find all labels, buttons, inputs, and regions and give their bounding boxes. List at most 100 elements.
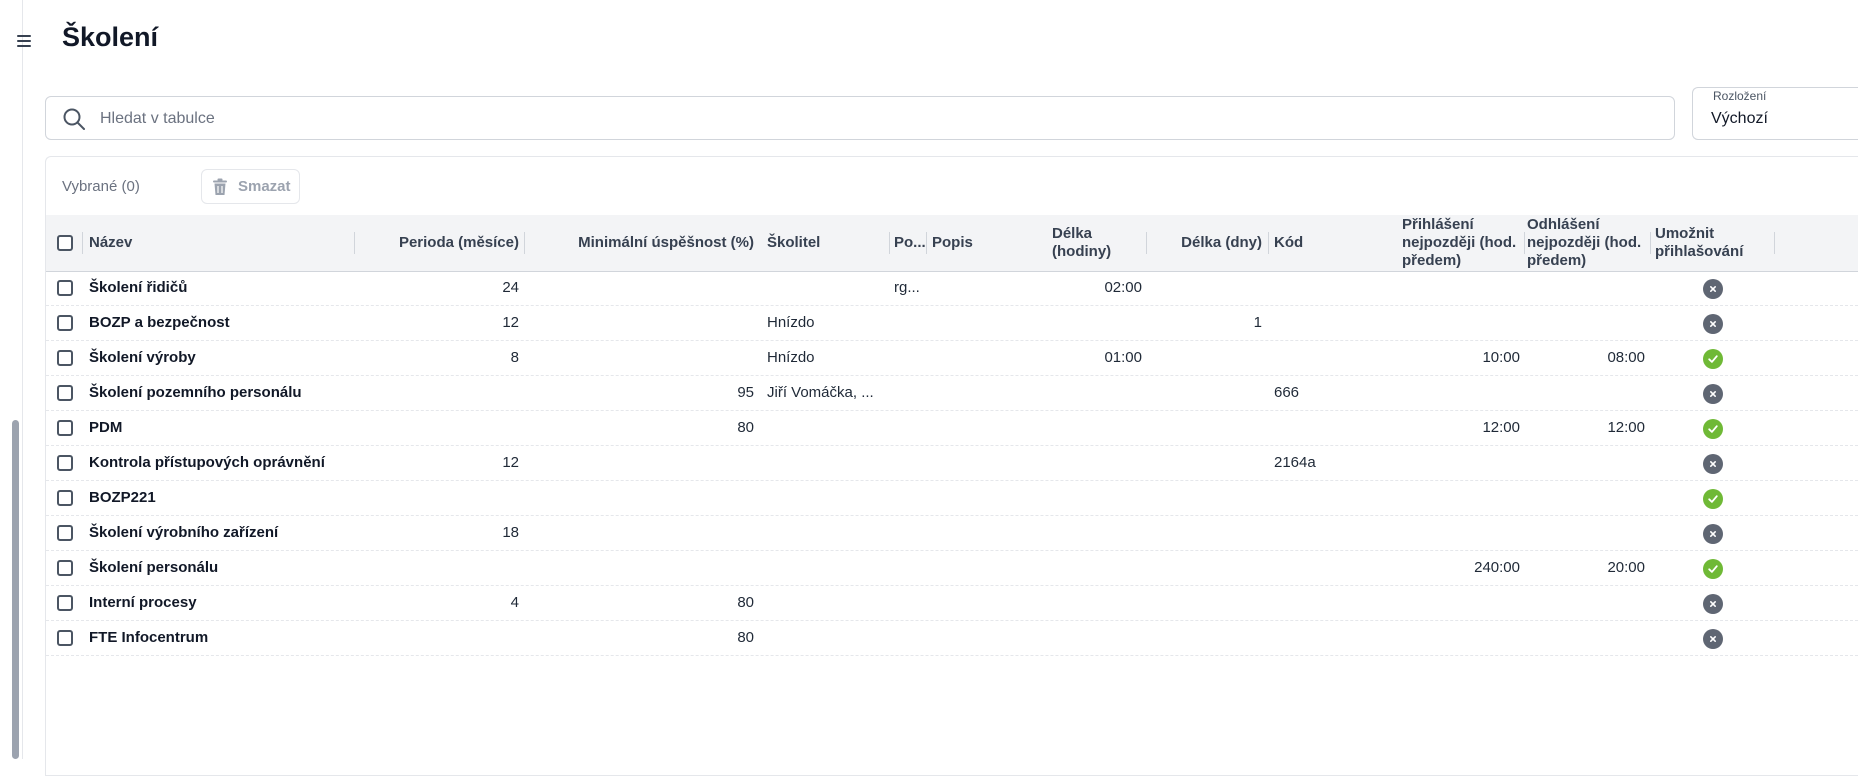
column-separator [1268, 232, 1269, 254]
cell-period [356, 481, 519, 515]
cell-hours [1052, 586, 1142, 620]
row-checkbox[interactable] [57, 490, 73, 506]
cell-name: Kontrola přístupových oprávnění [89, 454, 325, 471]
table-row[interactable]: Školení výroby 8 Hnízdo 01:00 10:00 08:00 [46, 341, 1858, 376]
cell-login-before [1402, 621, 1520, 655]
table-row[interactable]: Interní procesy 4 80 [46, 586, 1858, 621]
cell-description [932, 411, 1042, 445]
layout-select[interactable]: Rozložení Výchozí [1692, 87, 1858, 140]
cell-days [1156, 481, 1262, 515]
header-allow-login[interactable]: Umožnit přihlašování [1655, 215, 1755, 271]
header-name[interactable]: Název [89, 215, 389, 271]
cell-trainer [767, 446, 887, 480]
row-checkbox[interactable] [57, 630, 73, 646]
cell-trainer [767, 516, 887, 550]
cell-name: BOZP a bezpečnost [89, 314, 230, 331]
search-box[interactable] [45, 96, 1675, 141]
table-row[interactable]: BOZP a bezpečnost 12 Hnízdo 1 [46, 306, 1858, 341]
table-row[interactable]: PDM 80 12:00 12:00 [46, 411, 1858, 446]
header-period[interactable]: Perioda (měsíce) [356, 215, 519, 271]
hamburger-menu-icon[interactable] [12, 29, 36, 53]
table-row[interactable]: Školení řidičů 24 rg... 02:00 [46, 271, 1858, 306]
table-row[interactable]: Kontrola přístupových oprávnění 12 2164a [46, 446, 1858, 481]
scrollbar[interactable] [12, 420, 19, 759]
cell-description [932, 551, 1042, 585]
row-checkbox[interactable] [57, 350, 73, 366]
column-separator [889, 232, 890, 254]
header-code[interactable]: Kód [1274, 215, 1374, 271]
cell-days [1156, 341, 1262, 375]
cell-code [1274, 551, 1374, 585]
close-icon [1703, 454, 1723, 474]
cell-login-before: 240:00 [1474, 559, 1520, 576]
header-trainer[interactable]: Školitel [767, 215, 887, 271]
cell-logout-before [1527, 271, 1645, 305]
header-description[interactable]: Popis [932, 215, 1042, 271]
close-icon [1703, 524, 1723, 544]
delete-button[interactable]: Smazat [201, 169, 300, 204]
layout-value: Výchozí [1711, 110, 1768, 127]
cell-logout-before [1527, 306, 1645, 340]
trash-icon [213, 178, 227, 195]
cell-login-before [1402, 586, 1520, 620]
row-checkbox[interactable] [57, 280, 73, 296]
cell-po [894, 551, 926, 585]
table-row[interactable]: Školení výrobního zařízení 18 [46, 516, 1858, 551]
cell-trainer: Hnízdo [767, 349, 815, 366]
cell-min-success [526, 341, 754, 375]
cell-days [1156, 446, 1262, 480]
cell-min-success [526, 516, 754, 550]
table-row[interactable]: Školení personálu 240:00 20:00 [46, 551, 1858, 586]
table-row[interactable]: FTE Infocentrum 80 [46, 621, 1858, 656]
cell-description [932, 271, 1042, 305]
cell-period: 8 [510, 349, 519, 366]
cell-min-success: 95 [737, 384, 754, 401]
cell-min-success [526, 271, 754, 305]
cell-description [932, 446, 1042, 480]
header-min-success[interactable]: Minimální úspěšnost (%) [526, 215, 754, 271]
search-input[interactable] [98, 97, 1602, 141]
row-checkbox[interactable] [57, 560, 73, 576]
cell-po [894, 586, 926, 620]
cell-period [356, 376, 519, 410]
table-row[interactable]: Školení pozemního personálu 95 Jiří Vomáčk… [46, 376, 1858, 411]
cell-min-success [526, 551, 754, 585]
header-hours[interactable]: Délka (hodiny) [1052, 215, 1122, 271]
header-logout-before[interactable]: Odhlášení nejpozději (hod. předem) [1527, 215, 1645, 271]
close-icon [1703, 384, 1723, 404]
cell-min-success: 80 [737, 594, 754, 611]
column-separator [1524, 232, 1525, 254]
cell-po [894, 446, 926, 480]
cell-description [932, 516, 1042, 550]
cell-trainer: Jiří Vomáčka, ... [767, 384, 874, 401]
cell-name: Školení výrobního zařízení [89, 524, 279, 541]
row-checkbox[interactable] [57, 455, 73, 471]
row-checkbox[interactable] [57, 420, 73, 436]
row-checkbox[interactable] [57, 595, 73, 611]
column-separator [1146, 232, 1147, 254]
row-checkbox[interactable] [57, 315, 73, 331]
page-title: Školení [62, 22, 159, 52]
column-separator [82, 232, 83, 254]
cell-description [932, 586, 1042, 620]
cell-hours: 01:00 [1104, 349, 1142, 366]
header-days[interactable]: Délka (dny) [1156, 215, 1262, 271]
row-checkbox[interactable] [57, 525, 73, 541]
cell-description [932, 621, 1042, 655]
cell-name: FTE Infocentrum [89, 629, 209, 646]
header-login-before[interactable]: Přihlášení nejpozději (hod. předem) [1402, 215, 1520, 271]
cell-days [1156, 551, 1262, 585]
cell-period: 18 [502, 524, 519, 541]
select-all-checkbox[interactable] [57, 235, 73, 251]
row-checkbox[interactable] [57, 385, 73, 401]
table-row[interactable]: BOZP221 [46, 481, 1858, 516]
cell-period: 4 [510, 594, 519, 611]
cell-hours: 02:00 [1104, 279, 1142, 296]
header-po[interactable]: Po... [894, 215, 930, 271]
cell-po [894, 481, 926, 515]
close-icon [1703, 629, 1723, 649]
cell-logout-before: 12:00 [1607, 419, 1645, 436]
close-icon [1703, 594, 1723, 614]
cell-min-success: 80 [737, 629, 754, 646]
cell-trainer: Hnízdo [767, 314, 815, 331]
